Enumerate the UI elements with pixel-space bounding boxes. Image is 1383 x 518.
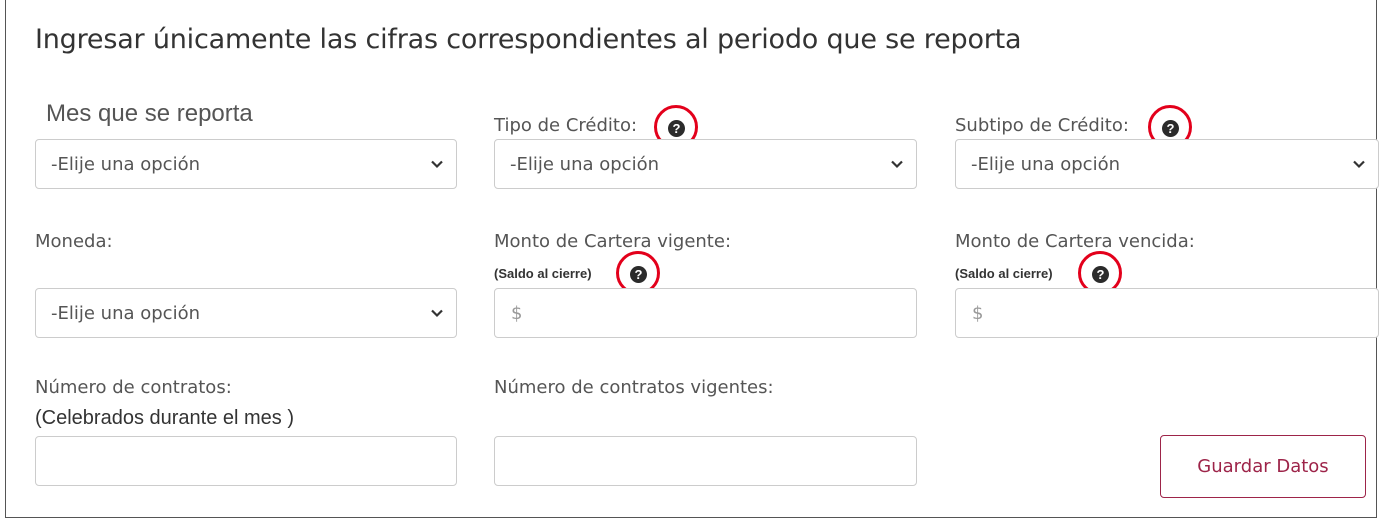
vigente-input[interactable]: $ (494, 288, 917, 338)
chevron-down-icon (1353, 160, 1365, 169)
vencida-input[interactable]: $ (955, 288, 1379, 338)
contratos-label: Número de contratos: (35, 377, 232, 398)
subtipo-label: Subtipo de Crédito: (955, 115, 1129, 136)
vigente-sublabel: (Saldo al cierre) (494, 266, 592, 281)
tipo-select[interactable]: -Elije una opción (494, 139, 917, 189)
page-title: Ingresar únicamente las cifras correspon… (35, 24, 1022, 55)
chevron-down-icon (431, 309, 443, 318)
contratos-vigentes-label: Número de contratos vigentes: (494, 377, 774, 398)
vencida-label: Monto de Cartera vencida: (955, 231, 1195, 252)
chevron-down-icon (431, 160, 443, 169)
vigente-input-placeholder: $ (511, 302, 523, 324)
moneda-select-value: -Elije una opción (51, 302, 200, 324)
moneda-select[interactable]: -Elije una opción (35, 288, 457, 338)
save-button[interactable]: Guardar Datos (1160, 435, 1366, 498)
moneda-label: Moneda: (35, 231, 113, 252)
subtipo-select-value: -Elije una opción (971, 153, 1120, 175)
mes-select[interactable]: -Elije una opción (35, 139, 457, 189)
vencida-sublabel: (Saldo al cierre) (955, 266, 1053, 281)
contratos-input[interactable] (35, 436, 457, 486)
subtipo-select[interactable]: -Elije una opción (955, 139, 1379, 189)
tipo-select-value: -Elije una opción (510, 153, 659, 175)
chevron-down-icon (891, 160, 903, 169)
contratos-sublabel: (Celebrados durante el mes ) (35, 407, 295, 429)
mes-select-value: -Elije una opción (51, 153, 200, 175)
vigente-label: Monto de Cartera vigente: (494, 231, 732, 252)
mes-label: Mes que se reporta (46, 100, 253, 127)
vencida-input-placeholder: $ (972, 302, 984, 324)
contratos-vigentes-input[interactable] (494, 436, 917, 486)
tipo-label: Tipo de Crédito: (494, 115, 638, 136)
